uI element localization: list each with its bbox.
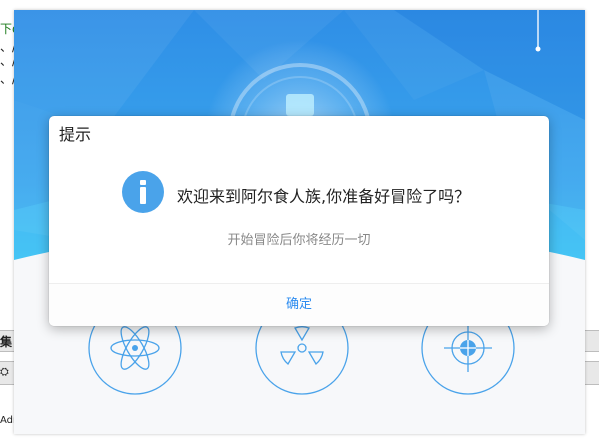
background-text-fragment: 、/ <box>0 72 14 86</box>
background-window-left-strip: 下di 、/ 、/ 、/ 集 ⛭ Adm <box>0 0 14 444</box>
background-text-fragment: Adm <box>0 415 14 426</box>
dialog-sub-message: 开始冒险后你将经历一切 <box>227 233 371 248</box>
dialog-footer: 确定 <box>49 283 549 326</box>
background-text-fragment: ⛭ <box>0 365 9 378</box>
background-address-bar <box>585 361 599 385</box>
background-window-right-strip <box>585 0 599 444</box>
confirm-button[interactable]: 确定 <box>49 284 549 326</box>
dialog-title: 提示 <box>59 125 92 144</box>
background-text-fragment: 下di <box>0 22 14 36</box>
background-text-fragment: 、/ <box>0 54 14 68</box>
alert-dialog: 提示 欢迎来到阿尔食人族,你准备好冒险了吗？ 开始冒险后你将经历一切 确定 <box>49 116 549 326</box>
info-icon <box>122 171 164 213</box>
background-toolbar <box>585 330 599 352</box>
background-text-fragment: 集 <box>0 335 13 349</box>
dialog-message: 欢迎来到阿尔食人族,你准备好冒险了吗？ <box>177 187 471 206</box>
